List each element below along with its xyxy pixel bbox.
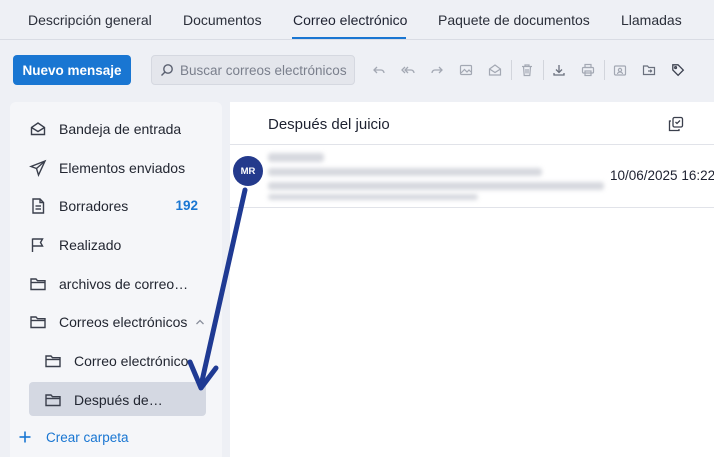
- search-input[interactable]: [180, 62, 350, 78]
- tab-overview[interactable]: Descripción general: [28, 12, 152, 28]
- tab-bar: Descripción general Documentos Correo el…: [0, 0, 714, 40]
- reply-all-icon[interactable]: [400, 62, 416, 78]
- search-box[interactable]: [151, 55, 355, 85]
- reply-icon[interactable]: [371, 62, 387, 78]
- sidebar-item-label: Realizado: [59, 237, 122, 253]
- thread-panel: Después del juicio MR 10/06/2025 16:22: [230, 102, 714, 457]
- sidebar-item-label: Borradores: [59, 198, 129, 214]
- folder-icon: [45, 355, 61, 368]
- sidebar-item-email-subfolder[interactable]: Correo electrónico: [10, 343, 222, 377]
- search-icon: [161, 64, 173, 76]
- toolbar-divider: [511, 60, 512, 80]
- drafts-count-badge: 192: [175, 198, 198, 213]
- assign-icon[interactable]: [612, 62, 628, 78]
- redacted-preview: [268, 194, 478, 200]
- tag-icon[interactable]: [670, 62, 686, 78]
- mark-read-icon[interactable]: [487, 62, 503, 78]
- thread-title: Después del juicio: [268, 116, 390, 133]
- sidebar-item-done[interactable]: Realizado: [10, 227, 222, 261]
- divider: [230, 207, 714, 208]
- send-icon: [29, 159, 47, 177]
- sidebar-item-label: Correo electrónico: [74, 353, 189, 369]
- image-icon[interactable]: [458, 62, 474, 78]
- sidebar-item-sent[interactable]: Elementos enviados: [10, 150, 222, 184]
- folder-icon: [45, 394, 61, 407]
- redacted-sender: [268, 153, 324, 162]
- create-folder-button[interactable]: Crear carpeta: [18, 427, 129, 447]
- redacted-subject: [268, 168, 542, 176]
- tab-calls[interactable]: Llamadas: [621, 12, 682, 28]
- chevron-up-icon[interactable]: [195, 317, 205, 327]
- create-folder-label: Crear carpeta: [46, 429, 129, 445]
- toolbar-divider: [543, 60, 544, 80]
- print-icon[interactable]: [580, 62, 596, 78]
- tab-document-package[interactable]: Paquete de documentos: [438, 12, 590, 28]
- sidebar-item-after-trial[interactable]: Después del juicio: [29, 382, 206, 416]
- move-folder-icon[interactable]: [641, 62, 657, 78]
- download-icon[interactable]: [551, 62, 567, 78]
- redacted-preview: [268, 182, 604, 190]
- message-date: 10/06/2025 16:22: [610, 168, 714, 183]
- tab-email[interactable]: Correo electrónico: [293, 12, 407, 28]
- delete-icon[interactable]: [519, 62, 535, 78]
- sidebar-item-inbox[interactable]: Bandeja de entrada: [10, 111, 222, 145]
- inbox-icon: [30, 122, 46, 136]
- sidebar-item-drafts[interactable]: Borradores 192: [10, 188, 222, 222]
- copy-icon[interactable]: [668, 116, 684, 132]
- sidebar-item-label: archivos de correos electrónicos: [59, 276, 189, 292]
- tab-documents[interactable]: Documentos: [183, 12, 262, 28]
- sidebar-item-label: Correos electrónicos: [59, 314, 188, 330]
- sidebar-item-emails[interactable]: Correos electrónicos: [10, 304, 222, 338]
- avatar: MR: [233, 156, 263, 186]
- draft-icon: [32, 198, 45, 214]
- toolbar-divider: [604, 60, 605, 80]
- forward-icon[interactable]: [429, 62, 445, 78]
- sidebar-item-label: Después del juicio: [74, 392, 164, 408]
- sidebar-item-label: Bandeja de entrada: [59, 121, 182, 137]
- active-tab-indicator: [292, 37, 406, 39]
- folder-icon: [30, 316, 46, 329]
- sidebar-item-label: Elementos enviados: [59, 160, 186, 176]
- folder-sidebar: Bandeja de entrada Elementos enviados Bo…: [10, 102, 222, 457]
- sidebar-item-email-archives[interactable]: archivos de correos electrónicos: [10, 266, 222, 300]
- folder-icon: [30, 278, 46, 291]
- plus-icon: [19, 431, 31, 443]
- flag-icon: [31, 238, 44, 252]
- new-message-button[interactable]: Nuevo mensaje: [13, 55, 131, 85]
